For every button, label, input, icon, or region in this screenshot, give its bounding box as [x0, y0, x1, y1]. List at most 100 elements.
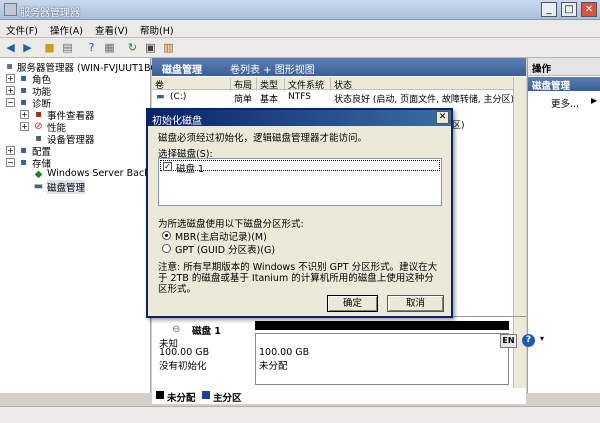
legend: 未分配 主分区 — [152, 388, 526, 404]
dialog-title-bar: 初始化磁盘 ✕ — [148, 110, 451, 127]
unallocated-partition[interactable]: 100.00 GB 未分配 — [255, 333, 509, 385]
help-tray-icon[interactable]: ? — [522, 334, 535, 347]
menu-file[interactable]: 文件(F) — [6, 23, 38, 37]
col-volume[interactable]: 卷 — [152, 78, 164, 91]
column-header: 卷 布局 类型 文件系统 状态 — [152, 77, 526, 91]
dialog-intro: 磁盘必须经过初始化，逻辑磁盘管理器才能访问。 — [158, 133, 368, 144]
gpt-note: 注意: 所有早期版本的 Windows 不识别 GPT 分区形式。建议在大于 2… — [158, 262, 438, 295]
help-icon[interactable]: ? — [84, 40, 99, 55]
partition-state: 未分配 — [259, 361, 288, 372]
disk-item-label: 磁盘 1 — [176, 164, 205, 175]
collapse-icon[interactable]: − — [6, 98, 15, 107]
navigation-tree: ▪ 服务器管理器 (WIN-FVJUUT1BO2 + ▪ 角色 + ▪ 功能 −… — [0, 58, 164, 393]
expand-icon[interactable]: + — [6, 146, 15, 155]
cell-fs: NTFS — [288, 92, 311, 102]
tray-arrow-icon[interactable]: ▾ — [540, 334, 544, 343]
dialog-title: 初始化磁盘 — [152, 116, 202, 127]
storage-icon: ▪ — [20, 157, 27, 168]
vertical-scrollbar[interactable] — [513, 77, 526, 317]
mbr-radio[interactable] — [162, 231, 171, 240]
disk-size: 100.00 GB — [159, 347, 210, 358]
tree-item-device-manager[interactable]: 设备管理器 — [47, 132, 95, 146]
disk-listbox[interactable]: ✓ 磁盘 1 — [158, 158, 442, 206]
legend-primary: 主分区 — [213, 393, 242, 404]
title-bar: 服务器管理器 _ □ ✕ — [0, 0, 600, 20]
backup-icon: ◆ — [34, 169, 43, 180]
disk-scrollbar[interactable] — [513, 317, 526, 393]
collapse-icon[interactable]: − — [6, 158, 15, 167]
event-viewer-icon: ▪ — [35, 109, 42, 120]
language-indicator[interactable]: EN — [500, 334, 517, 348]
actions-pane: 操作 磁盘管理 更多... ▶ — [527, 58, 600, 393]
maximize-button[interactable]: □ — [561, 2, 577, 17]
initialize-disk-dialog: 初始化磁盘 ✕ 磁盘必须经过初始化，逻辑磁盘管理器才能访问。 选择磁盘(S): … — [146, 108, 453, 318]
center-header-view: 卷列表 + 图形视图 — [230, 65, 315, 76]
chevron-right-icon: ▶ — [591, 96, 598, 105]
toolbar: ◀ ▶ ■ ▤ ? ▦ ↻ ▣ ▥ — [0, 38, 600, 58]
disk-checkbox[interactable]: ✓ — [163, 162, 172, 171]
gpt-radio[interactable] — [162, 244, 171, 253]
device-manager-icon: ▪ — [35, 133, 42, 144]
gpt-label[interactable]: GPT (GUID 分区表)(G) — [175, 242, 275, 256]
tree-item-wsb[interactable]: Windows Server Backup — [47, 168, 161, 179]
properties-icon[interactable]: ▦ — [102, 40, 117, 55]
partition-style-label: 为所选磁盘使用以下磁盘分区形式: — [158, 219, 304, 230]
disk-icon[interactable]: ▥ — [161, 40, 176, 55]
refresh-icon[interactable]: ↻ — [125, 40, 140, 55]
export-icon[interactable]: ▣ — [143, 40, 158, 55]
disk-list-item[interactable]: ✓ 磁盘 1 — [160, 160, 440, 175]
legend-unallocated: 未分配 — [167, 393, 196, 404]
partition-bar — [255, 321, 509, 330]
center-header-title: 磁盘管理 — [162, 65, 202, 76]
cell-status-tail: 区) — [452, 121, 465, 131]
expand-icon[interactable]: + — [20, 110, 29, 119]
cell-type: 基本 — [260, 95, 279, 105]
minimize-button[interactable]: _ — [541, 2, 557, 17]
expand-icon[interactable]: + — [20, 122, 29, 131]
mbr-label[interactable]: MBR(主启动记录)(M) — [175, 229, 267, 243]
disk-name: 磁盘 1 — [192, 326, 221, 337]
volume-icon: ▬ — [156, 92, 165, 102]
disk-mgmt-icon: ▬ — [33, 181, 44, 192]
menu-view[interactable]: 查看(V) — [95, 23, 128, 37]
partition-size: 100.00 GB — [259, 347, 310, 358]
disk-state: 没有初始化 — [159, 361, 207, 372]
primary-swatch — [202, 391, 210, 399]
disk-status-icon: ⊖ — [172, 324, 181, 335]
actions-selected-label: 磁盘管理 — [532, 81, 571, 92]
show-tree-icon[interactable]: ▤ — [60, 40, 75, 55]
actions-selected[interactable]: 磁盘管理 — [528, 77, 600, 92]
expand-icon[interactable]: + — [6, 74, 15, 83]
tree-item-disk-mgmt[interactable]: 磁盘管理 — [47, 180, 86, 194]
expand-icon[interactable]: + — [6, 86, 15, 95]
table-row[interactable]: ▬ (C:) 简单 基本 NTFS 状态良好 (启动, 页面文件, 故障转储, … — [152, 91, 526, 105]
forward-icon[interactable]: ▶ — [20, 40, 35, 55]
col-status[interactable]: 状态 — [330, 78, 352, 91]
actions-more[interactable]: 更多... — [551, 96, 579, 110]
cancel-button[interactable]: 取消 — [387, 295, 444, 312]
ok-button[interactable]: 确定 — [327, 295, 378, 312]
features-icon: ▪ — [20, 85, 27, 96]
folder-up-icon[interactable]: ■ — [42, 40, 57, 55]
col-layout[interactable]: 布局 — [230, 78, 252, 91]
center-header: 磁盘管理 卷列表 + 图形视图 — [152, 58, 526, 76]
roles-icon: ▪ — [20, 73, 27, 84]
menu-action[interactable]: 操作(A) — [50, 23, 83, 37]
config-icon: ▪ — [20, 145, 27, 156]
server-manager-icon — [4, 3, 17, 16]
menu-bar: 文件(F) 操作(A) 查看(V) 帮助(H) — [0, 20, 600, 38]
menu-help[interactable]: 帮助(H) — [140, 23, 174, 37]
dialog-close-button[interactable]: ✕ — [436, 111, 449, 124]
disk-graphic-panel: ⊖ 磁盘 1 未知 100.00 GB 没有初始化 100.00 GB 未分配 — [152, 316, 526, 393]
close-button[interactable]: ✕ — [581, 2, 597, 17]
performance-icon: ⊘ — [34, 121, 43, 132]
status-bar — [0, 406, 600, 423]
cell-status: 状态良好 (启动, 页面文件, 故障转储, 主分区) — [334, 95, 515, 105]
window-title: 服务器管理器 — [20, 8, 80, 19]
col-fs[interactable]: 文件系统 — [284, 78, 324, 91]
back-icon[interactable]: ◀ — [3, 40, 18, 55]
actions-header: 操作 — [528, 58, 600, 76]
col-type[interactable]: 类型 — [256, 78, 278, 91]
unallocated-swatch — [156, 391, 164, 399]
server-icon: ▪ — [6, 61, 13, 72]
